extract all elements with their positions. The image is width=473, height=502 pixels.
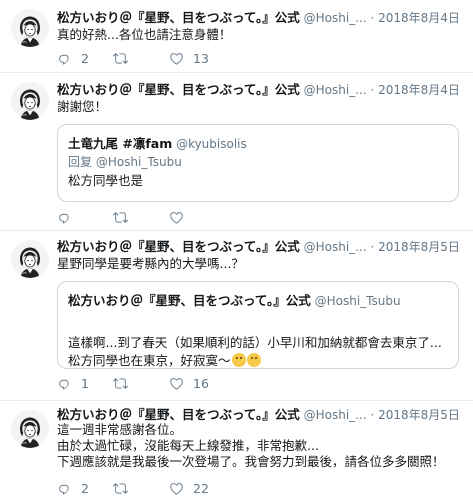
quoted-reply-to: 回复 @Hoshi_Tsubu: [68, 155, 182, 169]
like-button[interactable]: 13: [169, 51, 225, 66]
quoted-tweet-header: 土竜九尾 #凛fam @kyubisolis: [68, 135, 247, 153]
retweet-button[interactable]: [113, 51, 169, 66]
like-count: 13: [193, 50, 209, 66]
quoted-tweet-text: 松方同學也是: [68, 173, 144, 188]
tweet-actions: 2 13: [57, 48, 225, 68]
display-name[interactable]: 松方いおり＠『星野、目をつぶって。』公式: [57, 239, 300, 254]
reply-icon: [57, 376, 72, 391]
reply-count: 2: [81, 50, 89, 66]
crying-face-icon: [246, 353, 261, 367]
heart-icon: [169, 481, 184, 496]
tweet-header: 松方いおり＠『星野、目をつぶって。』公式 @Hoshi_... · 2018年8…: [57, 238, 465, 256]
quoted-user-handle: @kyubisolis: [176, 137, 247, 151]
tweet-header: 松方いおり＠『星野、目をつぶって。』公式 @Hoshi_... · 2018年8…: [57, 9, 465, 27]
tweet-text: 謝謝您！: [57, 99, 108, 114]
quoted-user-handle: @Hoshi_Tsubu: [314, 294, 401, 308]
tweet-text: 真的好熱...各位也請注意身體！: [57, 27, 232, 42]
avatar[interactable]: [11, 82, 49, 120]
separator-dot: ·: [370, 408, 375, 422]
like-button[interactable]: [169, 210, 225, 225]
heart-icon: [169, 210, 184, 225]
quoted-tweet[interactable]: 松方いおり＠『星野、目をつぶって。』公式 @Hoshi_Tsubu 這樣啊...…: [57, 281, 459, 369]
reply-icon: [57, 210, 72, 225]
avatar[interactable]: [11, 9, 49, 47]
heart-icon: [169, 376, 184, 391]
tweet-date[interactable]: 2018年8月5日: [378, 240, 460, 254]
reply-count: 1: [81, 375, 89, 391]
retweet-icon: [113, 481, 128, 496]
quoted-tweet-text: 這樣啊...到了春天（如果順利的話）小早川和加納就都會去東京了... 松方同學也…: [68, 316, 448, 370]
user-handle[interactable]: @Hoshi_...: [304, 240, 367, 254]
display-name[interactable]: 松方いおり＠『星野、目をつぶって。』公式: [57, 10, 300, 25]
reply-count: 2: [81, 480, 89, 496]
like-button[interactable]: 16: [169, 376, 225, 391]
like-count: 22: [193, 480, 209, 496]
retweet-button[interactable]: [113, 481, 169, 496]
reply-button[interactable]: 2: [57, 481, 113, 496]
retweet-button[interactable]: [113, 376, 169, 391]
reply-button[interactable]: [57, 210, 113, 225]
user-handle[interactable]: @Hoshi_...: [304, 11, 367, 25]
retweet-icon: [113, 51, 128, 66]
user-handle[interactable]: @Hoshi_...: [304, 83, 367, 97]
retweet-icon: [113, 210, 128, 225]
separator-dot: ·: [370, 240, 375, 254]
reply-icon: [57, 481, 72, 496]
heart-icon: [169, 51, 184, 66]
quoted-display-name: 土竜九尾 #凛fam: [68, 136, 173, 151]
avatar[interactable]: [11, 410, 49, 448]
tweet[interactable]: 松方いおり＠『星野、目をつぶって。』公式 @Hoshi_... · 2018年8…: [0, 401, 473, 502]
reply-button[interactable]: 1: [57, 376, 113, 391]
reply-icon: [57, 51, 72, 66]
quoted-tweet-header: 松方いおり＠『星野、目をつぶって。』公式 @Hoshi_Tsubu: [68, 292, 401, 310]
tweet-actions: 2 22: [57, 478, 225, 498]
tweet[interactable]: 松方いおり＠『星野、目をつぶって。』公式 @Hoshi_... · 2018年8…: [0, 0, 473, 73]
avatar[interactable]: [11, 240, 49, 278]
separator-dot: ·: [370, 11, 375, 25]
display-name[interactable]: 松方いおり＠『星野、目をつぶって。』公式: [57, 407, 300, 422]
tweet-actions: 1 16: [57, 373, 225, 393]
like-button[interactable]: 22: [169, 481, 225, 496]
like-count: 16: [193, 375, 209, 391]
tweet-actions: [57, 207, 225, 227]
reply-button[interactable]: 2: [57, 51, 113, 66]
user-handle[interactable]: @Hoshi_...: [304, 408, 367, 422]
separator-dot: ·: [370, 83, 375, 97]
retweet-button[interactable]: [113, 210, 169, 225]
tweet-date[interactable]: 2018年8月4日: [378, 11, 460, 25]
tweet[interactable]: 松方いおり＠『星野、目をつぶって。』公式 @Hoshi_... · 2018年8…: [0, 73, 473, 231]
retweet-icon: [113, 376, 128, 391]
quoted-tweet[interactable]: 土竜九尾 #凛fam @kyubisolis 回复 @Hoshi_Tsubu 松…: [57, 124, 459, 202]
display-name[interactable]: 松方いおり＠『星野、目をつぶって。』公式: [57, 82, 300, 97]
quoted-display-name: 松方いおり＠『星野、目をつぶって。』公式: [68, 293, 311, 308]
tweet-header: 松方いおり＠『星野、目をつぶって。』公式 @Hoshi_... · 2018年8…: [57, 81, 465, 99]
tweet[interactable]: 松方いおり＠『星野、目をつぶって。』公式 @Hoshi_... · 2018年8…: [0, 231, 473, 401]
tweet-date[interactable]: 2018年8月5日: [378, 408, 460, 422]
tweet-text: 星野同學是要考縣內的大學嗎...？: [57, 256, 244, 271]
crying-face-icon: [231, 353, 246, 367]
tweet-date[interactable]: 2018年8月4日: [378, 83, 460, 97]
tweet-text: 這一週非常感謝各位。 由於太過忙碌，沒能每天上線發推，非常抱歉... 下週應該就…: [57, 422, 445, 469]
